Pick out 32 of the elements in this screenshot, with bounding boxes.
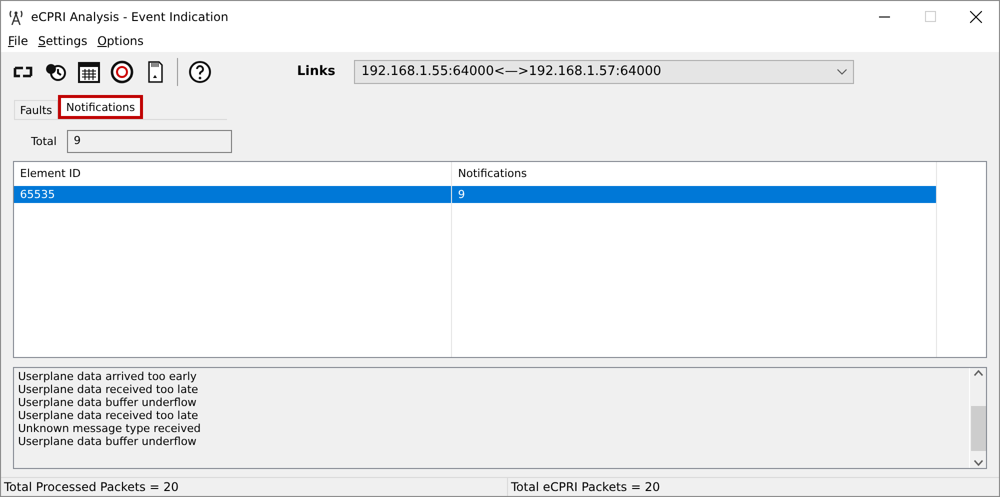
tab[interactable]: Faults bbox=[14, 100, 58, 119]
log-line: Userplane data buffer underflow bbox=[18, 396, 198, 409]
log-line: Userplane data buffer underflow bbox=[18, 435, 198, 448]
chevron-down-icon bbox=[837, 68, 848, 74]
chevron-up-icon[interactable] bbox=[974, 370, 982, 376]
minimize-icon bbox=[878, 16, 890, 18]
tab[interactable]: Notifications bbox=[58, 95, 143, 119]
links-dropdown[interactable]: 192.168.1.55:64000<—>192.168.1.57:64000 bbox=[354, 60, 854, 84]
scrollbar-thumb[interactable] bbox=[970, 406, 986, 450]
menu-item[interactable]: File bbox=[3, 32, 34, 52]
status-text: Total eCPRI Packets = 20 bbox=[507, 478, 999, 496]
menu-item[interactable]: Options bbox=[92, 32, 149, 52]
close-icon bbox=[970, 10, 982, 22]
log-line: Userplane data received too late bbox=[18, 383, 200, 396]
maximize-icon bbox=[924, 11, 936, 22]
window-title: eCPRI Analysis - Event Indication bbox=[31, 10, 230, 24]
table-cell[interactable]: 65535 bbox=[14, 186, 452, 203]
menu-item[interactable]: Settings bbox=[33, 32, 92, 52]
log-line: Userplane data received too late bbox=[18, 409, 200, 422]
scrollbar[interactable] bbox=[969, 368, 986, 468]
chevron-down-icon[interactable] bbox=[974, 460, 982, 466]
log-line: Unknown message type received bbox=[18, 422, 202, 435]
calendar-icon bbox=[77, 60, 101, 84]
table-cell[interactable]: 9 bbox=[452, 186, 937, 203]
total-field[interactable]: 9 bbox=[66, 130, 232, 153]
log-line: Userplane data arrived too early bbox=[18, 370, 198, 383]
help-icon bbox=[188, 60, 212, 84]
status-text: Total Processed Packets = 20 bbox=[3, 479, 180, 496]
refresh-icon bbox=[110, 60, 134, 84]
antenna-icon bbox=[9, 8, 23, 24]
links-label: Links bbox=[297, 64, 336, 79]
total-label: Total bbox=[31, 135, 57, 148]
